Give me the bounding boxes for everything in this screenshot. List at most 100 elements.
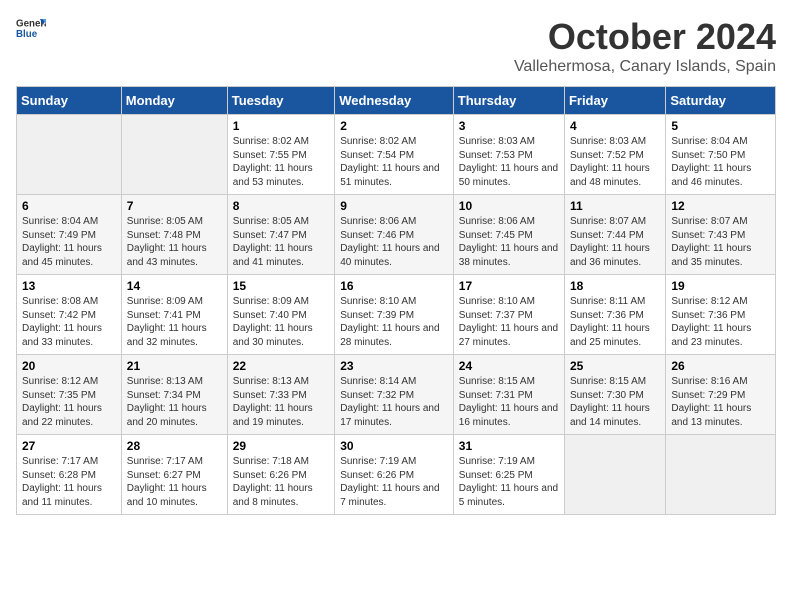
calendar-cell: 26 Sunrise: 8:16 AM Sunset: 7:29 PM Dayli… xyxy=(666,355,776,435)
weekday-header: Sunday xyxy=(17,87,122,115)
day-detail: Sunrise: 8:13 AM Sunset: 7:33 PM Dayligh… xyxy=(233,375,329,429)
day-detail: Sunrise: 8:06 AM Sunset: 7:45 PM Dayligh… xyxy=(459,215,559,269)
day-number: 4 xyxy=(570,119,660,133)
day-detail: Sunrise: 8:03 AM Sunset: 7:52 PM Dayligh… xyxy=(570,135,660,189)
calendar-cell: 27 Sunrise: 7:17 AM Sunset: 6:28 PM Dayli… xyxy=(17,435,122,515)
day-number: 10 xyxy=(459,199,559,213)
calendar-cell: 19 Sunrise: 8:12 AM Sunset: 7:36 PM Dayli… xyxy=(666,275,776,355)
calendar-cell: 9 Sunrise: 8:06 AM Sunset: 7:46 PM Daylig… xyxy=(335,195,454,275)
day-detail: Sunrise: 8:15 AM Sunset: 7:30 PM Dayligh… xyxy=(570,375,660,429)
day-number: 31 xyxy=(459,439,559,453)
day-detail: Sunrise: 7:19 AM Sunset: 6:26 PM Dayligh… xyxy=(340,455,448,509)
day-number: 17 xyxy=(459,279,559,293)
calendar-week-row: 6 Sunrise: 8:04 AM Sunset: 7:49 PM Daylig… xyxy=(17,195,776,275)
day-detail: Sunrise: 8:05 AM Sunset: 7:48 PM Dayligh… xyxy=(127,215,222,269)
day-number: 13 xyxy=(22,279,116,293)
day-number: 15 xyxy=(233,279,329,293)
day-number: 12 xyxy=(671,199,770,213)
day-number: 8 xyxy=(233,199,329,213)
calendar-cell: 16Sunrise: 8:10 AM Sunset: 7:39 PM Dayli… xyxy=(335,275,454,355)
weekday-header: Tuesday xyxy=(227,87,334,115)
calendar-week-row: 20 Sunrise: 8:12 AM Sunset: 7:35 PM Dayli… xyxy=(17,355,776,435)
calendar-cell: 29 Sunrise: 7:18 AM Sunset: 6:26 PM Dayli… xyxy=(227,435,334,515)
calendar-cell: 8 Sunrise: 8:05 AM Sunset: 7:47 PM Daylig… xyxy=(227,195,334,275)
month-title: October 2024 xyxy=(514,16,776,58)
day-number: 26 xyxy=(671,359,770,373)
day-number: 2 xyxy=(340,119,448,133)
day-detail: Sunrise: 8:15 AM Sunset: 7:31 PM Dayligh… xyxy=(459,375,559,429)
day-number: 11 xyxy=(570,199,660,213)
day-number: 23 xyxy=(340,359,448,373)
day-detail: Sunrise: 8:07 AM Sunset: 7:44 PM Dayligh… xyxy=(570,215,660,269)
day-detail: Sunrise: 8:08 AM Sunset: 7:42 PM Dayligh… xyxy=(22,295,116,349)
calendar-cell: 17 Sunrise: 8:10 AM Sunset: 7:37 PM Dayli… xyxy=(453,275,564,355)
calendar-week-row: 27 Sunrise: 7:17 AM Sunset: 6:28 PM Dayli… xyxy=(17,435,776,515)
calendar-week-row: 1 Sunrise: 8:02 AM Sunset: 7:55 PM Daylig… xyxy=(17,115,776,195)
day-detail: Sunrise: 8:11 AM Sunset: 7:36 PM Dayligh… xyxy=(570,295,660,349)
calendar-cell: 31 Sunrise: 7:19 AM Sunset: 6:25 PM Dayli… xyxy=(453,435,564,515)
day-number: 20 xyxy=(22,359,116,373)
calendar-cell: 20 Sunrise: 8:12 AM Sunset: 7:35 PM Dayli… xyxy=(17,355,122,435)
day-detail: Sunrise: 8:12 AM Sunset: 7:36 PM Dayligh… xyxy=(671,295,770,349)
calendar-cell: 23 Sunrise: 8:14 AM Sunset: 7:32 PM Dayli… xyxy=(335,355,454,435)
day-number: 1 xyxy=(233,119,329,133)
day-detail: Sunrise: 8:07 AM Sunset: 7:43 PM Dayligh… xyxy=(671,215,770,269)
day-detail: Sunrise: 8:05 AM Sunset: 7:47 PM Dayligh… xyxy=(233,215,329,269)
calendar-cell xyxy=(564,435,665,515)
weekday-header: Saturday xyxy=(666,87,776,115)
calendar-cell xyxy=(17,115,122,195)
weekday-header: Friday xyxy=(564,87,665,115)
day-detail: Sunrise: 8:02 AM Sunset: 7:55 PM Dayligh… xyxy=(233,135,329,189)
day-detail: Sunrise: 8:16 AM Sunset: 7:29 PM Dayligh… xyxy=(671,375,770,429)
weekday-header: Wednesday xyxy=(335,87,454,115)
day-detail: Sunrise: 8:14 AM Sunset: 7:32 PM Dayligh… xyxy=(340,375,448,429)
day-number: 18 xyxy=(570,279,660,293)
day-number: 21 xyxy=(127,359,222,373)
day-number: 9 xyxy=(340,199,448,213)
day-number: 6 xyxy=(22,199,116,213)
day-detail: Sunrise: 8:03 AM Sunset: 7:53 PM Dayligh… xyxy=(459,135,559,189)
calendar-cell: 18 Sunrise: 8:11 AM Sunset: 7:36 PM Dayli… xyxy=(564,275,665,355)
calendar-cell: 2 Sunrise: 8:02 AM Sunset: 7:54 PM Daylig… xyxy=(335,115,454,195)
day-detail: Sunrise: 7:19 AM Sunset: 6:25 PM Dayligh… xyxy=(459,455,559,509)
day-detail: Sunrise: 8:10 AM Sunset: 7:37 PM Dayligh… xyxy=(459,295,559,349)
day-detail: Sunrise: 7:17 AM Sunset: 6:28 PM Dayligh… xyxy=(22,455,116,509)
calendar-cell: 1 Sunrise: 8:02 AM Sunset: 7:55 PM Daylig… xyxy=(227,115,334,195)
day-number: 22 xyxy=(233,359,329,373)
day-detail: Sunrise: 8:04 AM Sunset: 7:49 PM Dayligh… xyxy=(22,215,116,269)
calendar-cell: 21 Sunrise: 8:13 AM Sunset: 7:34 PM Dayli… xyxy=(121,355,227,435)
calendar-cell: 24Sunrise: 8:15 AM Sunset: 7:31 PM Dayli… xyxy=(453,355,564,435)
calendar-table: SundayMondayTuesdayWednesdayThursdayFrid… xyxy=(16,86,776,515)
calendar-week-row: 13 Sunrise: 8:08 AM Sunset: 7:42 PM Dayli… xyxy=(17,275,776,355)
weekday-header-row: SundayMondayTuesdayWednesdayThursdayFrid… xyxy=(17,87,776,115)
day-number: 29 xyxy=(233,439,329,453)
calendar-cell: 6 Sunrise: 8:04 AM Sunset: 7:49 PM Daylig… xyxy=(17,195,122,275)
weekday-header: Thursday xyxy=(453,87,564,115)
weekday-header: Monday xyxy=(121,87,227,115)
day-number: 28 xyxy=(127,439,222,453)
day-detail: Sunrise: 8:13 AM Sunset: 7:34 PM Dayligh… xyxy=(127,375,222,429)
calendar-cell: 4 Sunrise: 8:03 AM Sunset: 7:52 PM Daylig… xyxy=(564,115,665,195)
calendar-cell: 15 Sunrise: 8:09 AM Sunset: 7:40 PM Dayli… xyxy=(227,275,334,355)
calendar-cell: 25Sunrise: 8:15 AM Sunset: 7:30 PM Dayli… xyxy=(564,355,665,435)
day-detail: Sunrise: 8:02 AM Sunset: 7:54 PM Dayligh… xyxy=(340,135,448,189)
title-section: October 2024 Vallehermosa, Canary Island… xyxy=(514,16,776,76)
day-detail: Sunrise: 8:12 AM Sunset: 7:35 PM Dayligh… xyxy=(22,375,116,429)
page-header: General Blue October 2024 Vallehermosa, … xyxy=(16,16,776,76)
day-detail: Sunrise: 8:09 AM Sunset: 7:41 PM Dayligh… xyxy=(127,295,222,349)
day-number: 30 xyxy=(340,439,448,453)
calendar-cell xyxy=(666,435,776,515)
day-number: 27 xyxy=(22,439,116,453)
calendar-cell: 30 Sunrise: 7:19 AM Sunset: 6:26 PM Dayli… xyxy=(335,435,454,515)
day-detail: Sunrise: 8:06 AM Sunset: 7:46 PM Dayligh… xyxy=(340,215,448,269)
day-number: 19 xyxy=(671,279,770,293)
calendar-cell: 28Sunrise: 7:17 AM Sunset: 6:27 PM Dayli… xyxy=(121,435,227,515)
day-detail: Sunrise: 8:10 AM Sunset: 7:39 PM Dayligh… xyxy=(340,295,448,349)
day-detail: Sunrise: 7:18 AM Sunset: 6:26 PM Dayligh… xyxy=(233,455,329,509)
calendar-cell: 5Sunrise: 8:04 AM Sunset: 7:50 PM Daylig… xyxy=(666,115,776,195)
day-detail: Sunrise: 8:09 AM Sunset: 7:40 PM Dayligh… xyxy=(233,295,329,349)
day-number: 7 xyxy=(127,199,222,213)
day-number: 3 xyxy=(459,119,559,133)
day-detail: Sunrise: 8:04 AM Sunset: 7:50 PM Dayligh… xyxy=(671,135,770,189)
calendar-cell xyxy=(121,115,227,195)
